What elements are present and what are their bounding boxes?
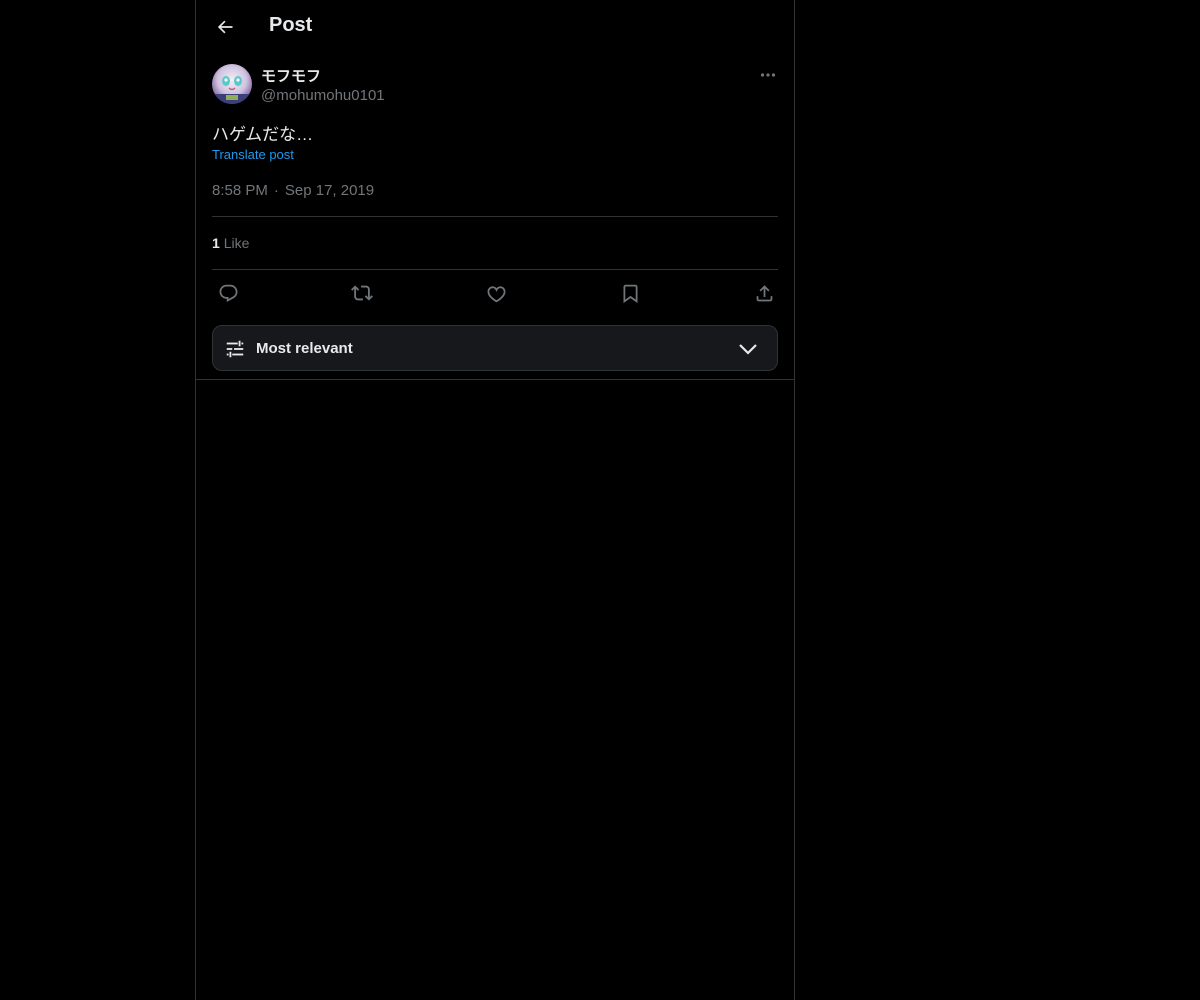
page-header: Post [196,0,794,53]
divider [212,269,778,270]
back-button[interactable] [208,10,242,44]
sort-label: Most relevant [256,340,353,357]
retweet-button[interactable] [350,281,374,305]
divider [212,216,778,217]
post-text: ハゲムだな… [212,125,314,144]
sliders-icon [226,340,244,358]
primary-column: Post モフモフ @mohumohu0101 ハゲムだな… Translate… [195,0,795,1000]
like-count-label: Like [223,235,250,251]
post-time: 8:58 PM [212,182,268,199]
meta-separator: · [273,182,279,199]
arrow-left-icon [217,20,233,34]
section-divider [196,379,794,380]
bookmark-icon [623,284,637,303]
heart-icon [487,285,505,302]
user-handle[interactable]: @mohumohu0101 [261,87,385,104]
display-name[interactable]: モフモフ [261,65,321,86]
translate-post-link[interactable]: Translate post [212,147,294,162]
more-options-button[interactable] [757,64,779,86]
page-title: Post [269,14,313,36]
reply-icon [219,284,237,302]
more-icon [760,73,776,77]
reply-button[interactable] [216,281,240,305]
post-date: Sep 17, 2019 [284,182,375,199]
sort-replies-dropdown[interactable]: Most relevant [212,325,778,371]
share-button[interactable] [752,281,776,305]
avatar[interactable] [212,64,252,104]
like-count-number: 1 [212,235,220,251]
bookmark-button[interactable] [618,281,642,305]
share-icon [756,284,772,301]
likes-count[interactable]: 1 Like [212,235,249,251]
retweet-icon [351,285,373,301]
like-button[interactable] [484,281,508,305]
chevron-down-icon [739,344,757,355]
post-timestamp[interactable]: 8:58 PM · Sep 17, 2019 [212,182,374,199]
